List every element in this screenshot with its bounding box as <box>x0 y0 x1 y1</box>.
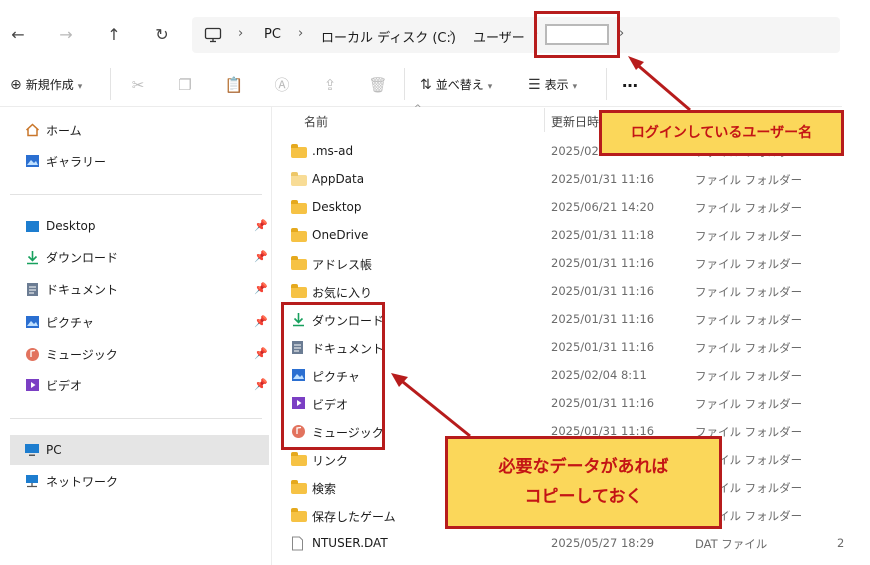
callout-text-line1: 必要なデータがあれば <box>498 457 669 477</box>
annotation-arrows <box>391 56 691 438</box>
callout-logged-in-user: ログインしているユーザー名 <box>599 110 844 156</box>
callout-text: ログインしているユーザー名 <box>630 125 813 141</box>
special-folders-highlight-box <box>281 302 385 450</box>
callout-copy-data: 必要なデータがあれば コピーしておく <box>445 436 722 529</box>
callout-text-line2: コピーしておく <box>524 487 643 507</box>
